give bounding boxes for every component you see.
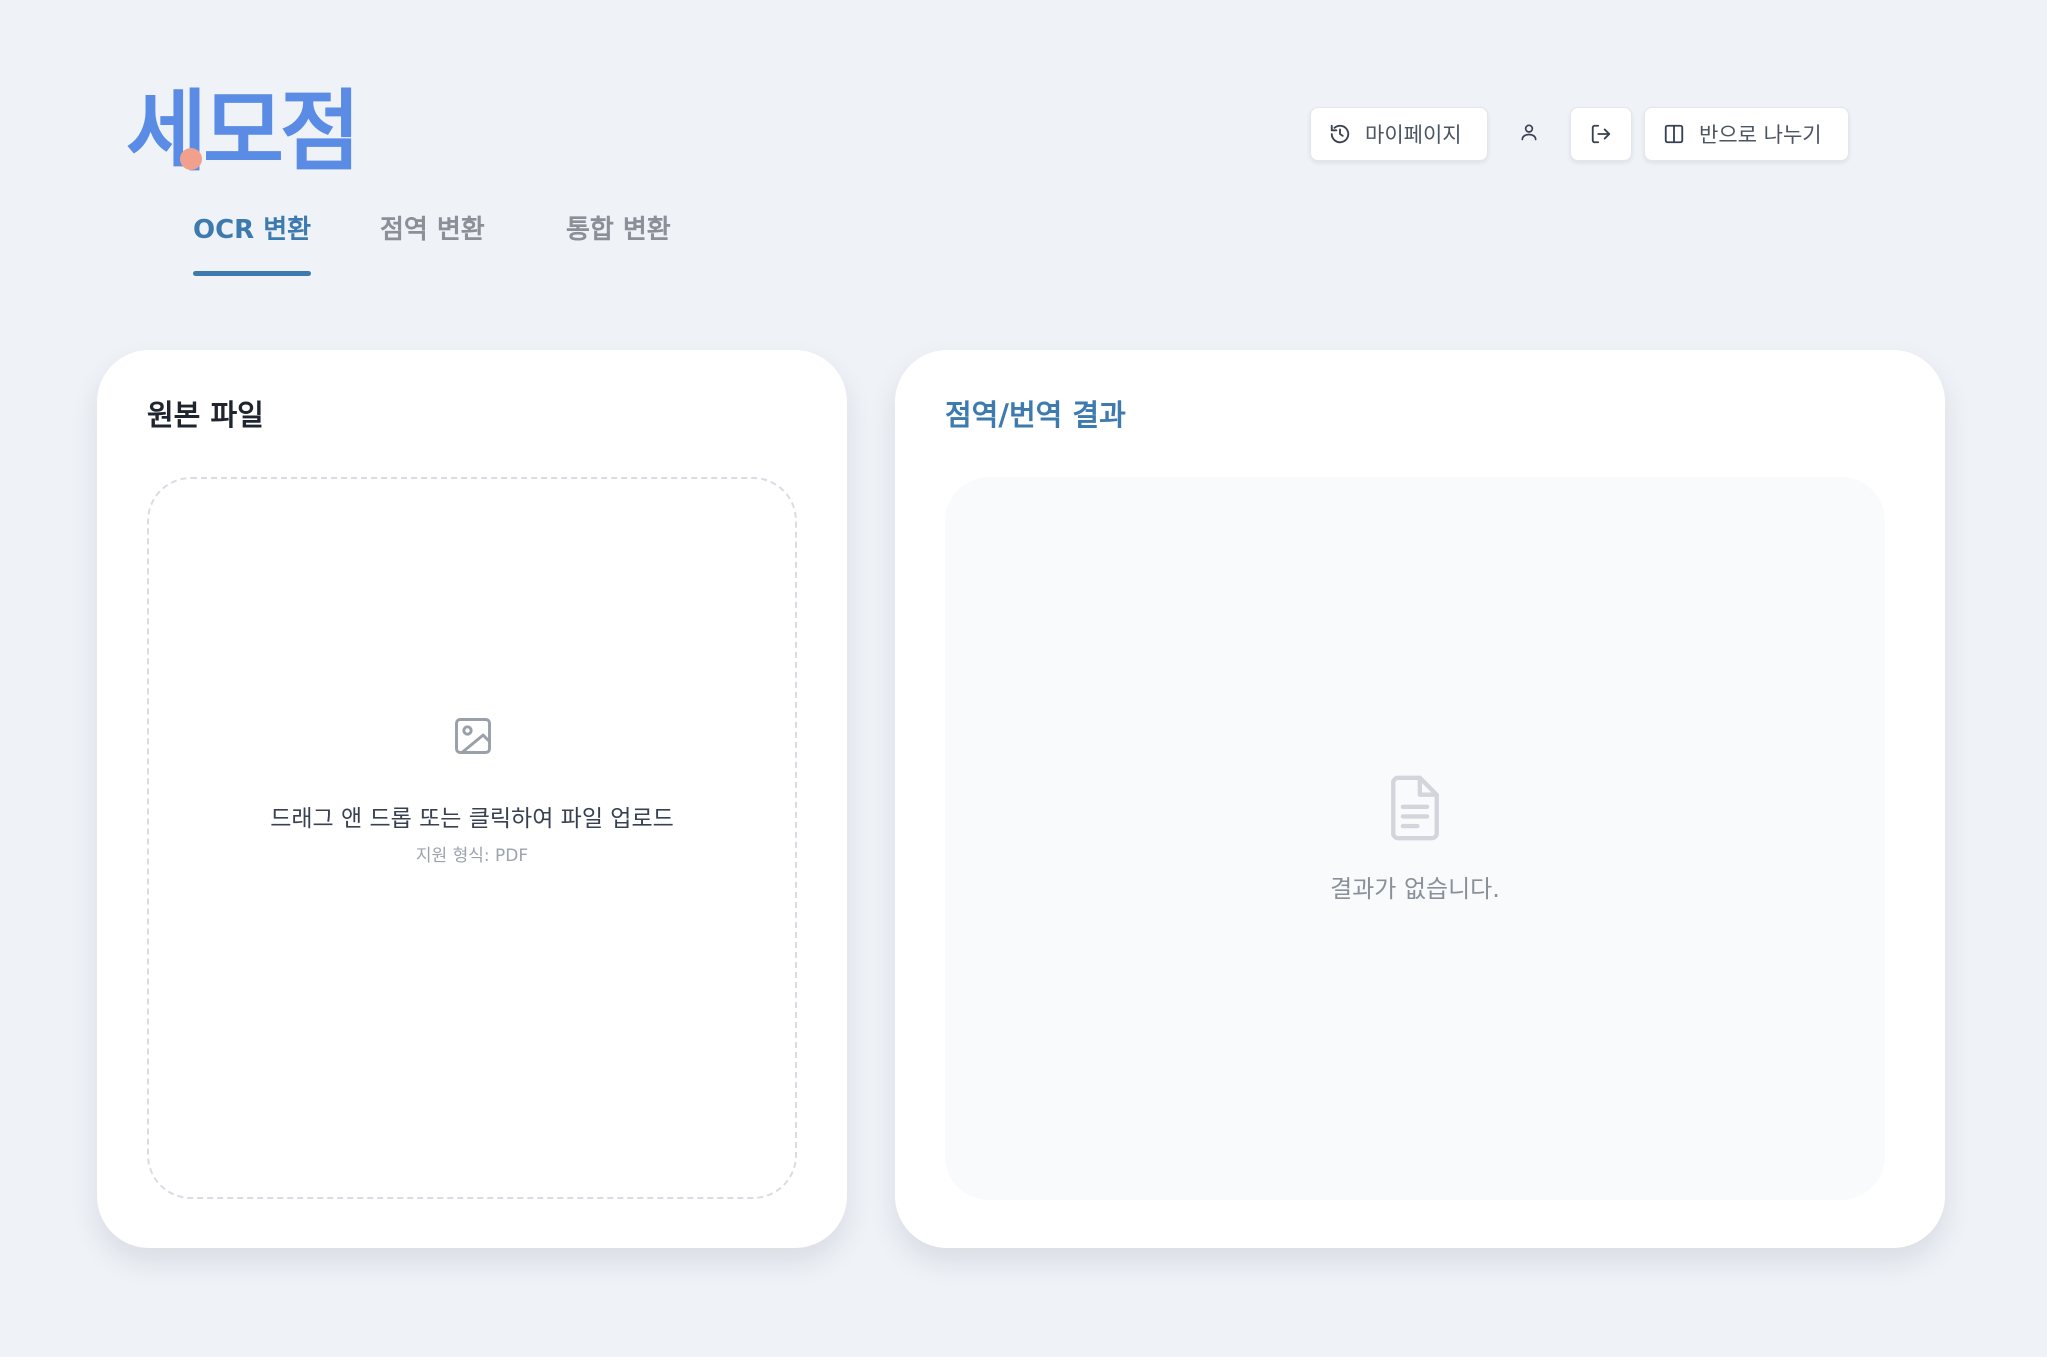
tab-braille-conversion[interactable]: 점역 변환 [380,208,485,280]
logo-text: 세모점 [126,80,361,183]
result-content-area: 결과가 없습니다. [945,477,1885,1200]
source-panel-title: 원본 파일 [147,398,264,432]
result-panel: 점역/번역 결과 결과가 없습니다. [895,350,1945,1248]
supported-formats: 지원 형식: PDF [415,846,529,866]
columns-icon [1663,123,1685,145]
tab-label: 점역 변환 [380,215,485,245]
user-icon [1519,122,1539,146]
split-view-button[interactable]: 반으로 나누기 [1644,107,1849,161]
empty-result-message: 결과가 없습니다. [1330,875,1500,903]
source-file-panel: 원본 파일 드래그 앤 드롭 또는 클릭하여 파일 업로드 지원 형식: PDF [97,350,847,1248]
image-icon [451,714,495,758]
mypage-button[interactable]: 마이페이지 [1310,107,1488,161]
upload-prompt: 드래그 앤 드롭 또는 클릭하여 파일 업로드 [270,806,674,832]
file-upload-dropzone[interactable]: 드래그 앤 드롭 또는 클릭하여 파일 업로드 지원 형식: PDF [147,477,797,1199]
mypage-label: 마이페이지 [1365,123,1462,147]
split-view-label: 반으로 나누기 [1699,123,1822,147]
tab-label: OCR 변환 [193,215,312,245]
logo-accent-dot [180,148,202,170]
logout-icon [1590,123,1612,145]
history-icon [1329,123,1351,145]
tab-label: 통합 변환 [566,215,671,245]
profile-button[interactable] [1516,121,1542,147]
active-tab-indicator [193,271,312,276]
app-logo[interactable]: 세모점 [126,86,406,178]
tab-ocr-conversion[interactable]: OCR 변환 [193,208,312,280]
result-panel-title: 점역/번역 결과 [945,398,1126,432]
logout-button[interactable] [1570,107,1632,161]
document-icon [1386,773,1444,843]
tab-integrated-conversion[interactable]: 통합 변환 [566,208,671,280]
